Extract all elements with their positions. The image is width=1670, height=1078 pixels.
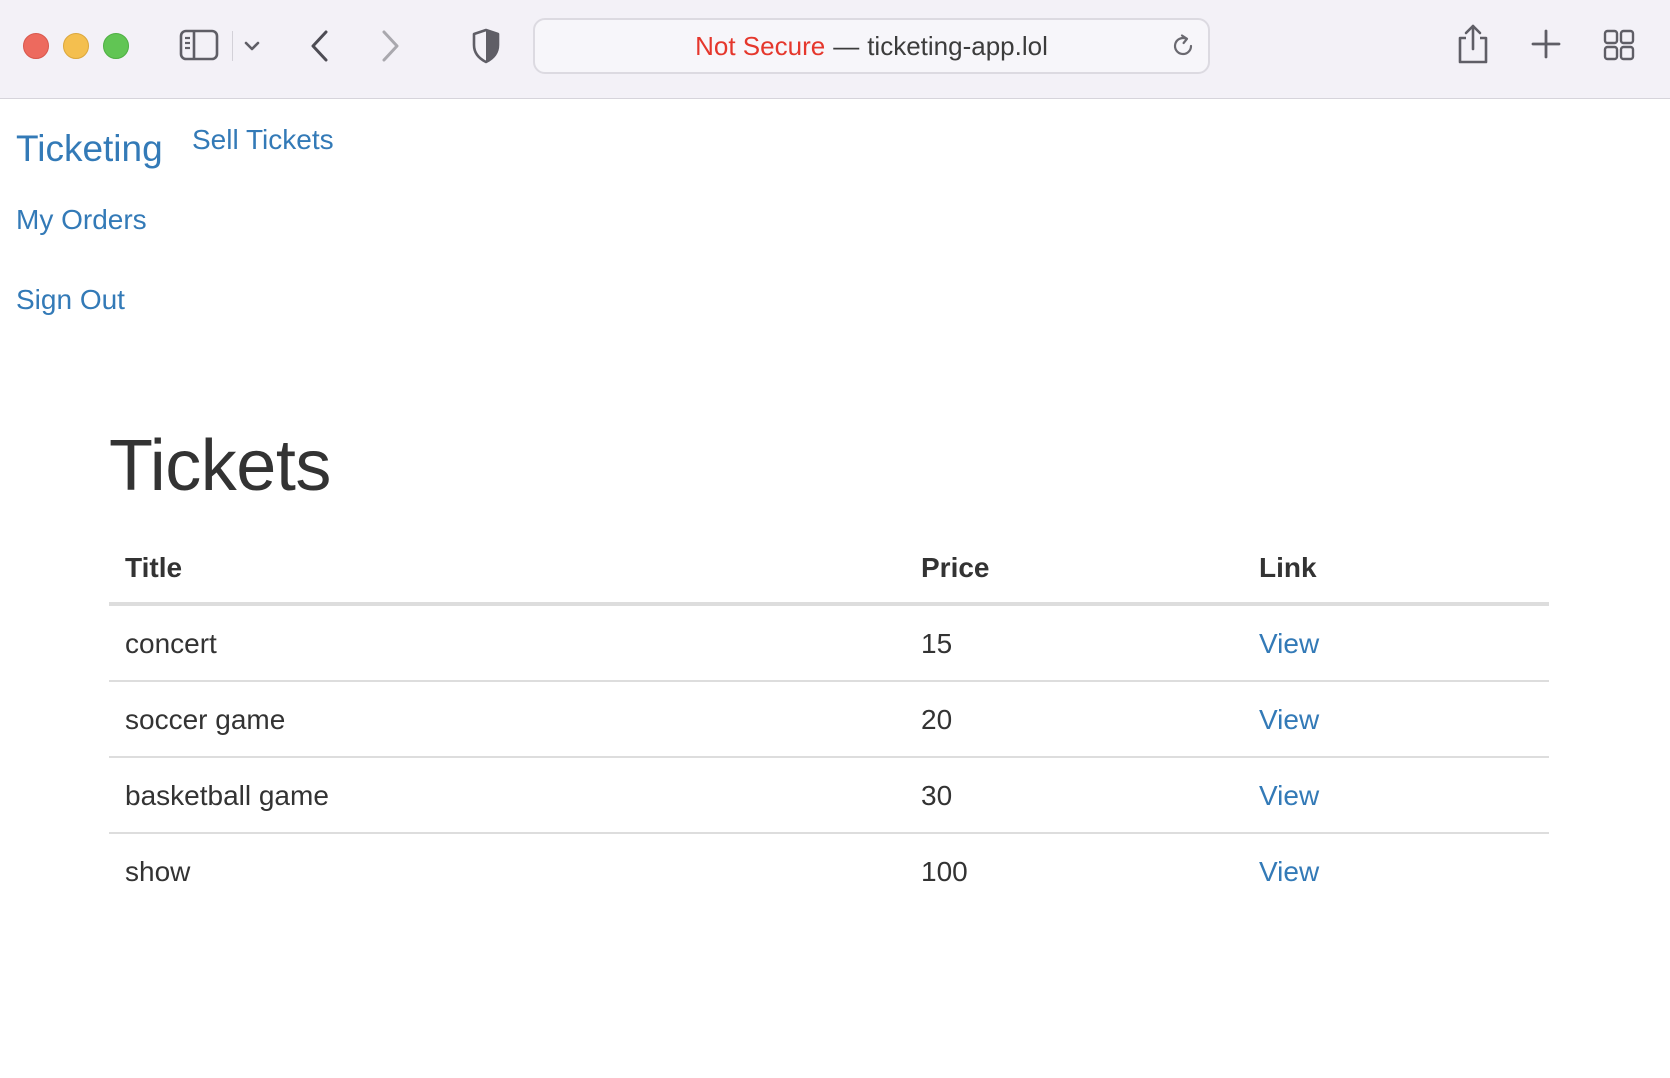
ticket-title: show (109, 832, 905, 908)
chevron-down-icon[interactable] (240, 34, 264, 58)
ticket-price: 30 (905, 756, 1243, 833)
table-row: basketball game 30 View (109, 756, 1549, 833)
main-content: Tickets Title Price Link concert 15 View… (109, 420, 1549, 908)
ticket-price: 100 (905, 832, 1243, 908)
not-secure-label: Not Secure (695, 30, 826, 61)
view-ticket-link[interactable]: View (1259, 780, 1319, 811)
ticket-title: basketball game (109, 756, 905, 833)
view-ticket-link[interactable]: View (1259, 628, 1319, 659)
nav-link-sign-out[interactable]: Sign Out (16, 284, 125, 316)
address-host: ticketing-app.lol (867, 30, 1048, 61)
view-ticket-link[interactable]: View (1259, 856, 1319, 887)
shield-icon[interactable] (468, 26, 504, 66)
table-row: concert 15 View (109, 604, 1549, 681)
tab-overview-icon[interactable] (1602, 28, 1636, 62)
table-row: show 100 View (109, 832, 1549, 908)
address-bar[interactable]: Not Secure — ticketing-app.lol (533, 18, 1210, 74)
tickets-table: Title Price Link concert 15 View soccer … (109, 538, 1549, 908)
toolbar-divider (232, 31, 233, 61)
back-icon[interactable] (302, 26, 338, 66)
nav-link-sell-tickets[interactable]: Sell Tickets (192, 124, 334, 156)
ticket-price: 20 (905, 680, 1243, 757)
column-header-price: Price (905, 538, 1243, 606)
column-header-link: Link (1243, 538, 1549, 606)
reload-icon[interactable] (1170, 33, 1196, 59)
column-header-title: Title (109, 538, 905, 606)
nav-link-my-orders[interactable]: My Orders (16, 204, 147, 236)
ticket-title: soccer game (109, 680, 905, 757)
minimize-window-button[interactable] (63, 33, 89, 59)
table-header-row: Title Price Link (109, 538, 1549, 606)
share-icon[interactable] (1455, 22, 1491, 66)
brand-link[interactable]: Ticketing (16, 128, 163, 170)
ticket-link-cell: View (1243, 604, 1549, 681)
sidebar-icon[interactable] (178, 27, 220, 63)
browser-toolbar: Not Secure — ticketing-app.lol (0, 0, 1670, 99)
zoom-window-button[interactable] (103, 33, 129, 59)
ticket-link-cell: View (1243, 680, 1549, 757)
ticket-link-cell: View (1243, 832, 1549, 908)
plus-icon[interactable] (1528, 26, 1564, 62)
close-window-button[interactable] (23, 33, 49, 59)
table-row: soccer game 20 View (109, 680, 1549, 757)
forward-icon[interactable] (372, 26, 408, 66)
ticket-price: 15 (921, 628, 953, 659)
page-content: Ticketing Sell Tickets My Orders Sign Ou… (0, 100, 1670, 1078)
ticket-link-cell: View (1243, 756, 1549, 833)
page-title: Tickets (109, 426, 331, 506)
ticket-title: concert (125, 628, 217, 659)
view-ticket-link[interactable]: View (1259, 704, 1319, 735)
address-separator: — (833, 30, 860, 61)
